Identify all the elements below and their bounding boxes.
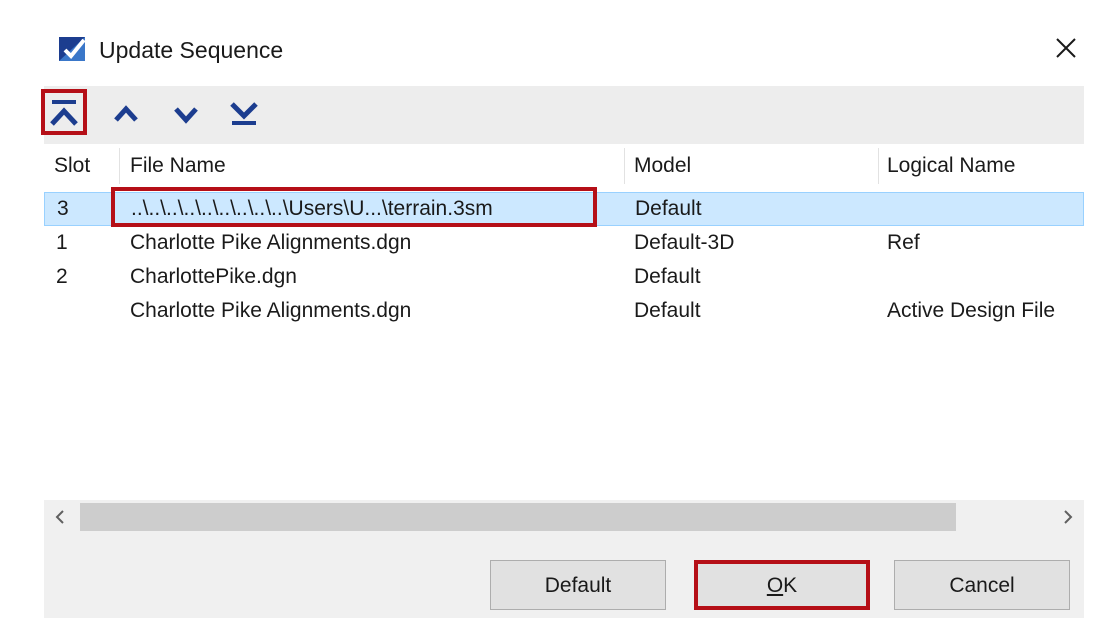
file-list[interactable]: Slot File Name Model Logical Name 3 ..\.… (44, 144, 1084, 534)
button-bar: Default OK Cancel (44, 534, 1084, 618)
cell-model: Default (634, 265, 701, 288)
close-button[interactable] (1048, 30, 1084, 66)
cell-model: Default (634, 299, 701, 322)
column-divider[interactable] (878, 148, 879, 184)
close-icon (1056, 38, 1076, 58)
update-sequence-dialog: Update Sequence Slot File Name Model Log… (0, 0, 1096, 643)
cell-file-name: CharlottePike.dgn (130, 265, 297, 288)
horizontal-scrollbar[interactable] (44, 500, 1084, 534)
chevron-down-icon (174, 107, 198, 124)
column-divider[interactable] (119, 148, 120, 184)
move-up-button[interactable] (106, 92, 152, 138)
cell-slot: 1 (56, 231, 68, 254)
cell-logical-name: Ref (887, 231, 920, 254)
default-button[interactable]: Default (490, 560, 666, 610)
list-row[interactable]: Charlotte Pike Alignments.dgn Default Ac… (44, 294, 1084, 328)
update-sequence-icon (58, 34, 88, 64)
list-header: Slot File Name Model Logical Name (44, 144, 1084, 188)
scroll-left-button[interactable] (44, 500, 78, 534)
scroll-right-button[interactable] (1050, 500, 1084, 534)
chevron-right-icon (1064, 510, 1073, 524)
chevron-up-icon (114, 105, 138, 122)
cell-model: Default-3D (634, 231, 735, 254)
move-down-button[interactable] (166, 92, 212, 138)
move-to-bottom-button[interactable] (224, 92, 270, 138)
column-header-slot[interactable]: Slot (54, 144, 90, 188)
title-bar: Update Sequence (0, 0, 1096, 86)
toolbar (41, 86, 1084, 144)
cancel-button[interactable]: Cancel (894, 560, 1070, 610)
column-header-file-name[interactable]: File Name (130, 144, 226, 188)
list-row[interactable]: 1 Charlotte Pike Alignments.dgn Default-… (44, 226, 1084, 260)
column-header-logical-name[interactable]: Logical Name (887, 144, 1015, 188)
scrollbar-thumb[interactable] (80, 503, 956, 531)
column-header-model[interactable]: Model (634, 144, 691, 188)
list-row[interactable]: 2 CharlottePike.dgn Default (44, 260, 1084, 294)
cell-model: Default (635, 197, 702, 220)
cell-file-name: Charlotte Pike Alignments.dgn (130, 299, 412, 322)
column-divider[interactable] (624, 148, 625, 184)
cell-slot: 2 (56, 265, 68, 288)
dialog-title: Update Sequence (99, 37, 284, 63)
move-to-top-button[interactable] (41, 89, 90, 138)
ok-button[interactable]: OK (694, 560, 870, 610)
chevron-down-to-bottom-icon (230, 102, 258, 125)
cell-file-name: Charlotte Pike Alignments.dgn (130, 231, 412, 254)
cell-slot: 3 (57, 197, 69, 220)
ok-label-rest: K (783, 574, 798, 597)
list-row-selected[interactable]: 3 ..\..\..\..\..\..\..\..\..\Users\U...\… (44, 187, 1084, 227)
ok-mnemonic: O (766, 574, 784, 597)
highlight-box (111, 187, 597, 227)
chevron-left-icon (55, 510, 64, 524)
cell-logical-name: Active Design File (887, 299, 1056, 322)
highlight-box (41, 89, 87, 135)
